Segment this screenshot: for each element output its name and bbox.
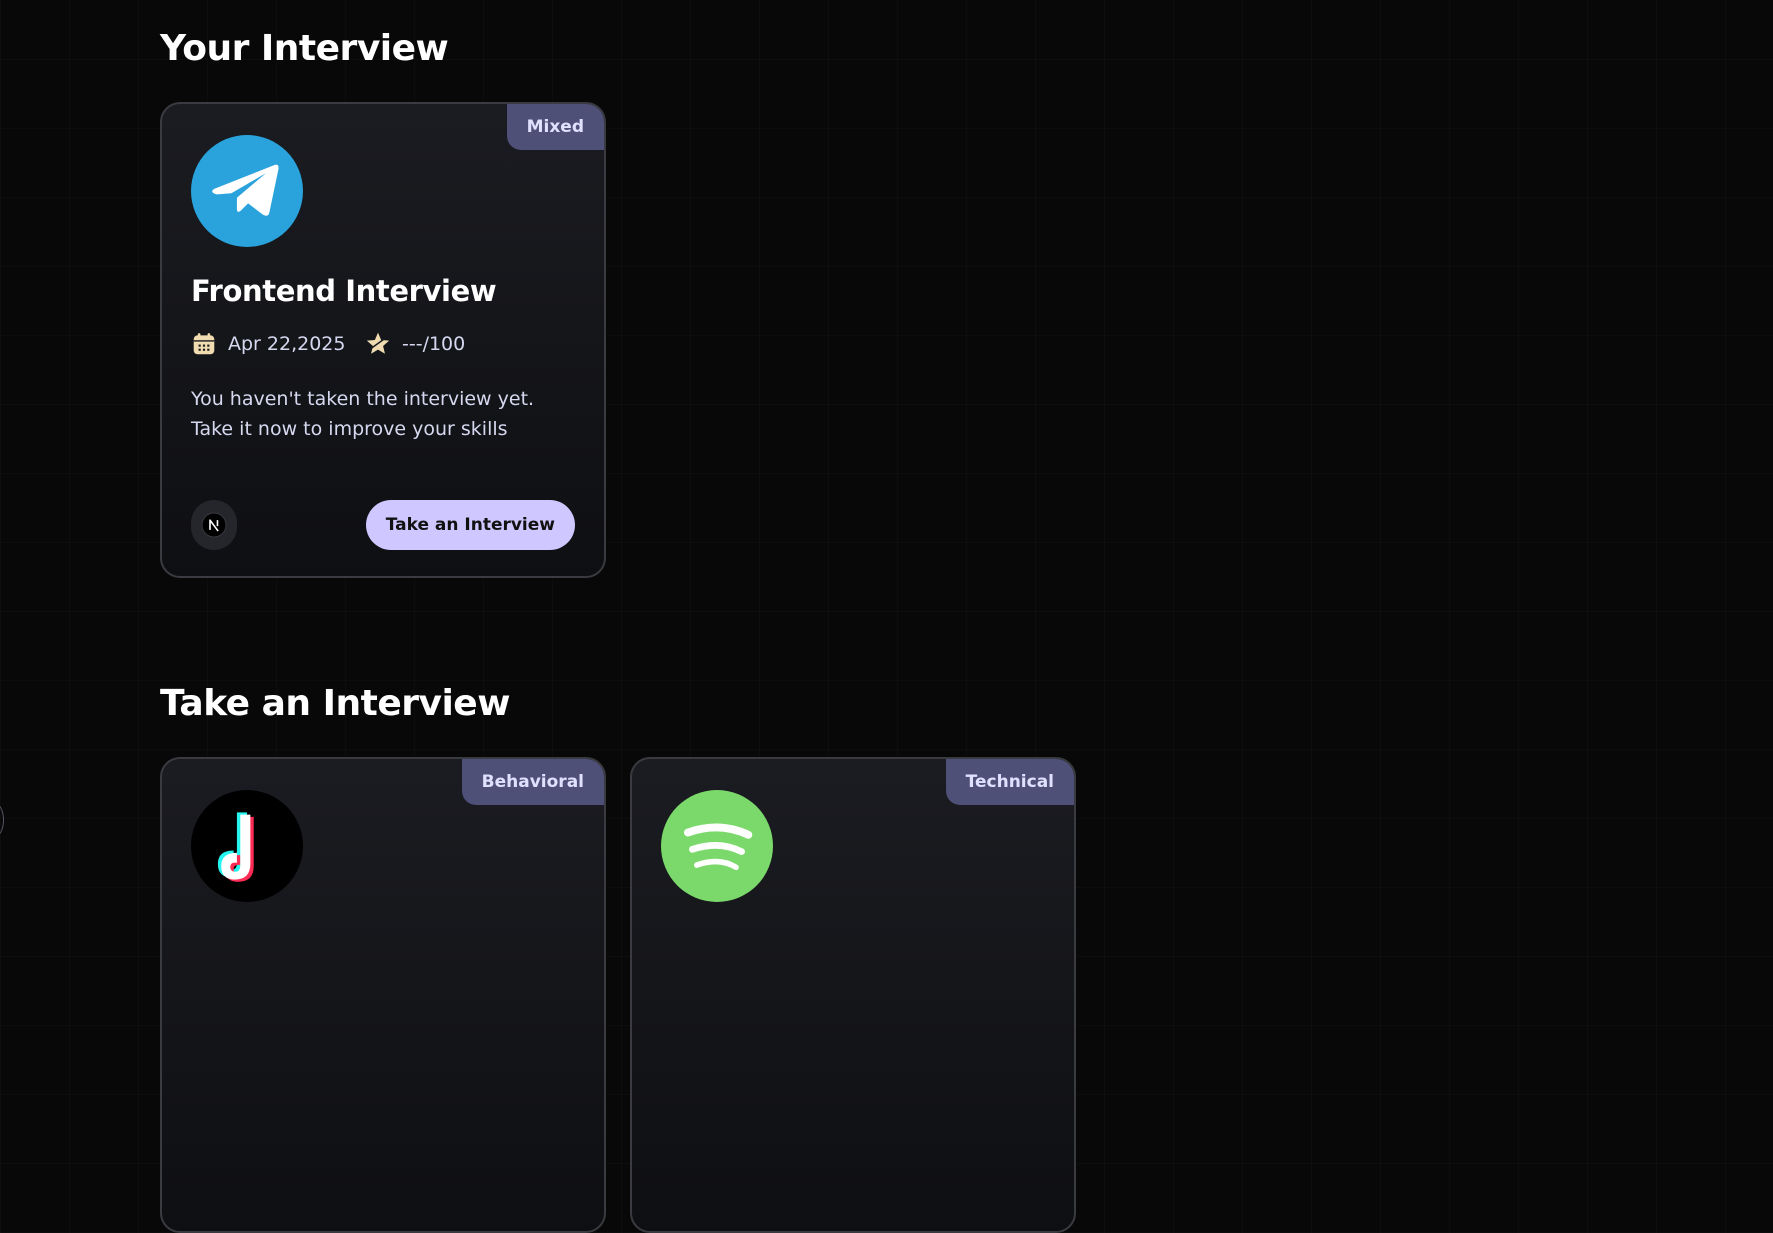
spotify-logo-icon bbox=[661, 790, 773, 902]
interview-card: Behavioral bbox=[160, 757, 606, 1233]
interview-type-badge: Mixed bbox=[506, 104, 604, 150]
interview-type-badge: Behavioral bbox=[461, 759, 604, 805]
interview-description: You haven't taken the interview yet. Tak… bbox=[191, 388, 535, 440]
interview-date: Apr 22,2025 bbox=[191, 329, 345, 359]
nextjs-icon bbox=[201, 512, 227, 538]
interview-card: Technical bbox=[630, 757, 1076, 1233]
interview-type-badge: Technical bbox=[945, 759, 1074, 805]
your-interview-heading: Your Interview bbox=[160, 28, 449, 69]
interview-card: Mixed Frontend Interview Apr 22,2025 ---… bbox=[160, 102, 606, 578]
star-icon bbox=[366, 332, 390, 354]
take-interview-button[interactable]: Take an Interview bbox=[365, 500, 575, 550]
tiktok-logo-icon bbox=[191, 790, 303, 902]
interview-title: Frontend Interview bbox=[191, 274, 497, 308]
telegram-logo-icon bbox=[191, 135, 303, 247]
tech-stack-icon bbox=[191, 500, 237, 550]
interview-score: ---/100 bbox=[365, 329, 465, 359]
date-text: Apr 22,2025 bbox=[228, 333, 346, 355]
side-scroll-handle[interactable] bbox=[0, 803, 4, 837]
take-interview-heading: Take an Interview bbox=[160, 683, 510, 724]
calendar-icon bbox=[193, 333, 215, 355]
score-text: ---/100 bbox=[402, 333, 466, 355]
